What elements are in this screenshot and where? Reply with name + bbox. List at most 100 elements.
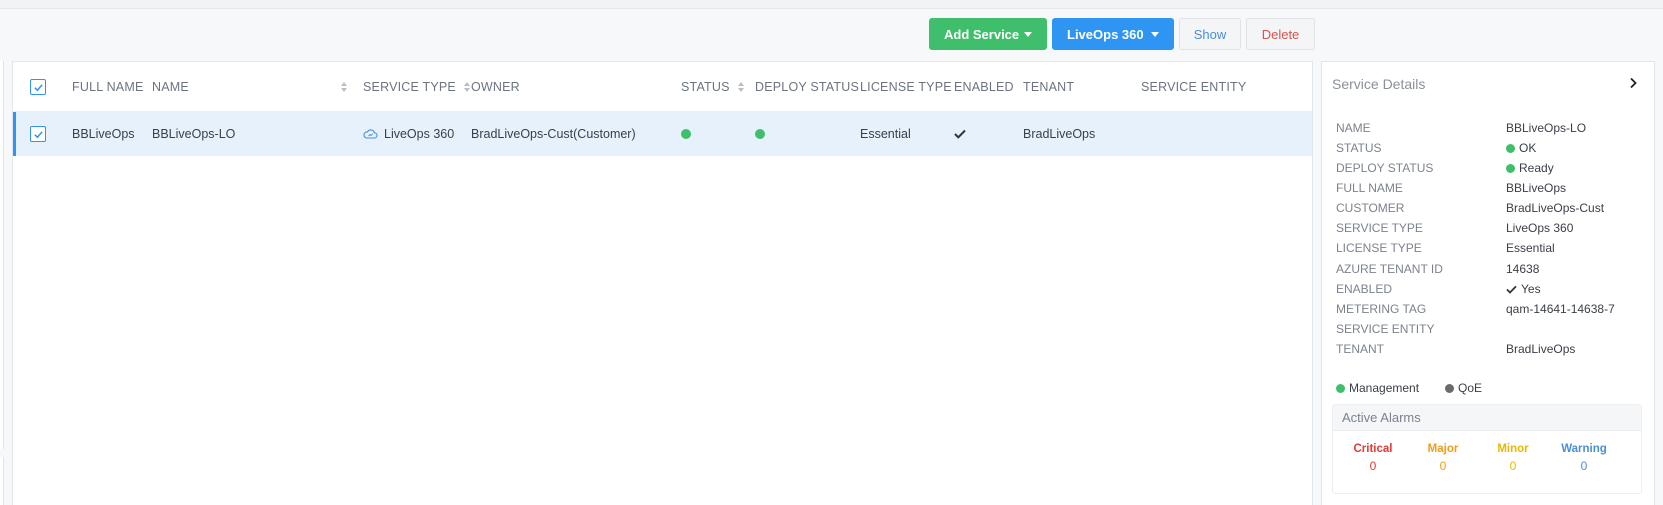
cell-name: BBLiveOps-LO — [152, 127, 236, 141]
liveops-360-label: LiveOps 360 — [1067, 26, 1144, 42]
header-tenant[interactable]: TENANT — [1023, 62, 1074, 112]
field-label: ENABLED — [1336, 282, 1393, 296]
check-icon — [1506, 285, 1517, 294]
field-label: AZURE TENANT ID — [1336, 262, 1443, 276]
field-value: BradLiveOps — [1506, 342, 1576, 356]
field-label: TENANT — [1336, 342, 1384, 356]
status-ok-icon — [1506, 143, 1515, 153]
alarm-minor[interactable]: Minor 0 — [1483, 443, 1543, 473]
field-label: NAME — [1336, 121, 1371, 135]
field-value: Essential — [1506, 241, 1555, 255]
top-bar — [0, 0, 1663, 9]
alarm-major-label: Major — [1427, 443, 1459, 455]
header-name[interactable]: NAME — [152, 62, 347, 112]
alarm-major[interactable]: Major 0 — [1413, 443, 1473, 473]
legend-qoe: QoE — [1445, 381, 1482, 395]
header-name-label: NAME — [152, 80, 189, 94]
alarm-warning-count: 0 — [1580, 459, 1588, 473]
alarm-critical[interactable]: Critical 0 — [1343, 443, 1403, 473]
alarm-minor-count: 0 — [1509, 459, 1517, 473]
status-ok-icon — [681, 129, 691, 139]
deploy-ready-icon — [1506, 163, 1515, 173]
row-checkbox[interactable] — [30, 126, 46, 142]
header-deploy-status[interactable]: DEPLOY STATUS — [755, 62, 859, 112]
field-label: SERVICE TYPE — [1336, 221, 1423, 235]
deploy-status-value: Ready — [1506, 161, 1554, 175]
caret-down-icon — [1024, 31, 1032, 37]
sort-icon[interactable] — [341, 82, 347, 92]
legend-qoe-label: QoE — [1458, 381, 1483, 395]
alarm-warning[interactable]: Warning 0 — [1554, 443, 1614, 473]
cell-license-type: Essential — [860, 127, 911, 141]
panel-title: Service Details — [1332, 76, 1426, 92]
cell-owner: BradLiveOps-Cust(Customer) — [471, 127, 636, 141]
field-value: OK — [1519, 141, 1537, 155]
services-table: FULL NAME NAME SERVICE TYPE OWNER STATUS… — [12, 61, 1313, 505]
field-value: 14638 — [1506, 262, 1540, 276]
active-alarms-title: Active Alarms — [1333, 405, 1641, 431]
active-alarms-card: Active Alarms Critical 0 Major 0 Minor 0… — [1332, 404, 1642, 494]
add-service-label: Add Service — [944, 26, 1020, 42]
select-all-cell — [30, 62, 46, 112]
sort-icon[interactable] — [737, 82, 744, 92]
sort-icon[interactable] — [463, 82, 470, 92]
cell-full-name: BBLiveOps — [72, 127, 135, 141]
add-service-button[interactable]: Add Service — [929, 18, 1047, 50]
qoe-dot-icon — [1445, 383, 1455, 393]
service-details-panel: Service Details NAME BBLiveOps-LO STATUS… — [1321, 61, 1655, 505]
field-label: LICENSE TYPE — [1336, 241, 1422, 255]
select-all-checkbox[interactable] — [30, 79, 46, 95]
show-button[interactable]: Show — [1179, 18, 1241, 50]
field-label: METERING TAG — [1336, 302, 1427, 316]
deploy-ready-icon — [755, 129, 765, 139]
header-license-type[interactable]: LICENSE TYPE — [860, 62, 952, 112]
field-value: LiveOps 360 — [1506, 221, 1574, 235]
alarm-minor-label: Minor — [1497, 443, 1529, 455]
cell-enabled — [954, 112, 966, 156]
field-label: FULL NAME — [1336, 181, 1403, 195]
legend-management: Management — [1336, 381, 1419, 395]
header-service-type[interactable]: SERVICE TYPE — [363, 62, 470, 112]
legend-management-label: Management — [1349, 381, 1420, 395]
field-value: Ready — [1519, 161, 1554, 175]
header-enabled[interactable]: ENABLED — [954, 62, 1014, 112]
health-legend: Management QoE — [1336, 381, 1482, 395]
status-value: OK — [1506, 141, 1536, 155]
field-value: BBLiveOps-LO — [1506, 121, 1587, 135]
header-service-type-label: SERVICE TYPE — [363, 80, 456, 94]
table-row[interactable]: BBLiveOps BBLiveOps-LO LiveOps 360 BradL… — [13, 112, 1312, 156]
cell-tenant: BradLiveOps — [1023, 127, 1096, 141]
header-status-label: STATUS — [681, 80, 730, 94]
field-label: DEPLOY STATUS — [1336, 161, 1434, 175]
header-status[interactable]: STATUS — [681, 62, 744, 112]
cell-deploy-status — [755, 112, 765, 156]
left-panel-edge — [0, 61, 4, 449]
cloud-icon — [363, 129, 378, 139]
alarm-critical-count: 0 — [1369, 459, 1377, 473]
table-header: FULL NAME NAME SERVICE TYPE OWNER STATUS… — [13, 62, 1312, 112]
field-value: Yes — [1521, 282, 1541, 296]
delete-button[interactable]: Delete — [1246, 18, 1315, 50]
alarm-major-count: 0 — [1439, 459, 1447, 473]
header-owner[interactable]: OWNER — [471, 62, 520, 112]
alarm-critical-label: Critical — [1353, 443, 1393, 455]
field-label: STATUS — [1336, 141, 1382, 155]
chevron-right-icon[interactable] — [1624, 74, 1642, 92]
header-full-name[interactable]: FULL NAME — [72, 62, 144, 112]
checkmark-icon — [33, 130, 43, 138]
enabled-value: Yes — [1506, 282, 1541, 296]
field-value: BradLiveOps-Cust — [1506, 201, 1605, 215]
checkmark-icon — [33, 83, 43, 91]
field-value: qam-14641-14638-7 — [1506, 302, 1615, 316]
liveops-360-button[interactable]: LiveOps 360 — [1052, 18, 1174, 50]
alarm-warning-label: Warning — [1561, 443, 1607, 455]
cell-status — [681, 112, 691, 156]
header-service-entity[interactable]: SERVICE ENTITY — [1141, 62, 1246, 112]
field-label: SERVICE ENTITY — [1336, 322, 1435, 336]
toolbar: Add Service LiveOps 360 Show Delete — [929, 18, 1315, 50]
field-value: BBLiveOps — [1506, 181, 1567, 195]
cell-service-type-label: LiveOps 360 — [384, 127, 455, 141]
management-dot-icon — [1336, 383, 1345, 393]
left-panel-edge — [0, 457, 4, 505]
field-label: CUSTOMER — [1336, 201, 1405, 215]
